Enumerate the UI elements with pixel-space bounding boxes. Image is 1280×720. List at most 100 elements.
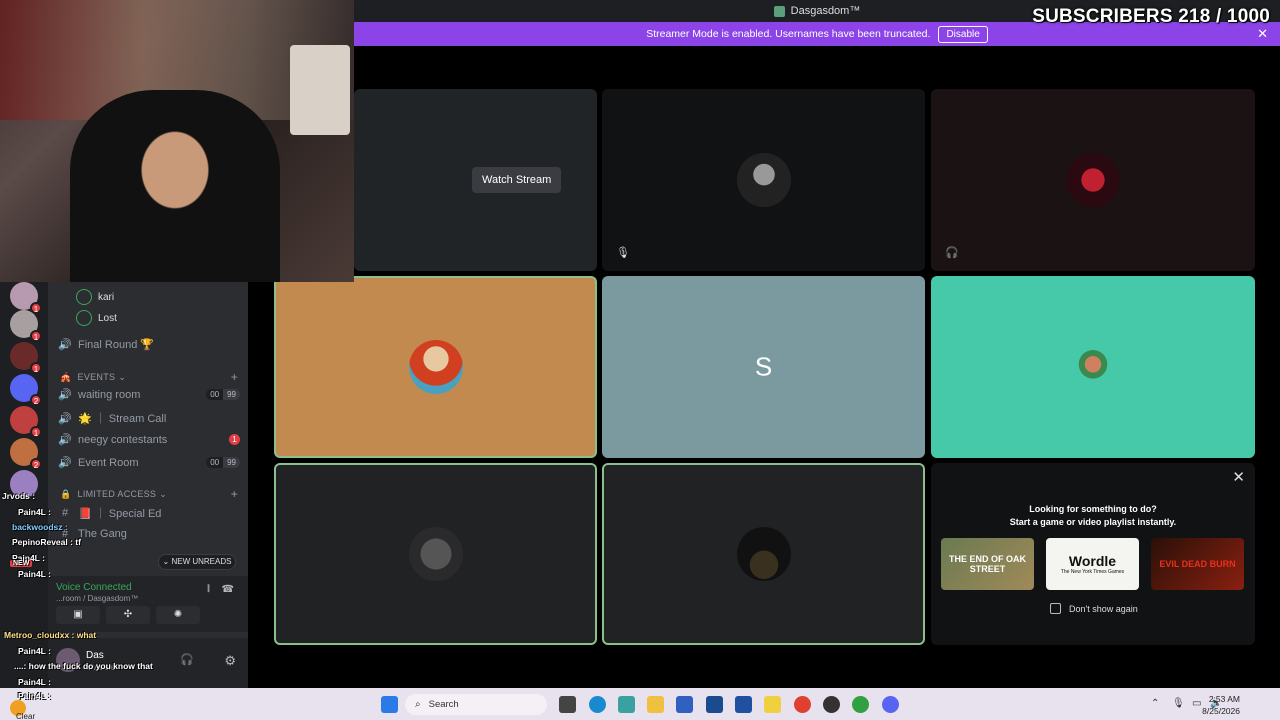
- game-title: THE END OF OAK STREET: [948, 554, 1026, 574]
- avatar-letter: S: [754, 351, 773, 382]
- add-channel-icon[interactable]: +: [231, 370, 238, 384]
- obs-icon[interactable]: [823, 696, 840, 713]
- screen: Dasgasdom™ SUBSCRIBERS 218 / 1000 Stream…: [0, 0, 1280, 720]
- server-icon[interactable]: 2: [10, 438, 42, 470]
- game-card-evil-dead[interactable]: EVIL DEAD BURN: [1151, 538, 1244, 590]
- participant-tile[interactable]: 🎙: [602, 89, 925, 271]
- channel-label: waiting room: [78, 388, 141, 401]
- chevron-up-icon[interactable]: ⌃: [1151, 698, 1159, 709]
- channel-stream-call[interactable]: 🔊 🌟 ｜ Stream Call: [58, 410, 240, 426]
- channel-label: 📕 ｜ Special Ed: [78, 508, 162, 520]
- chrome-icon[interactable]: [852, 696, 869, 713]
- dont-show-again[interactable]: Don't show again: [1050, 603, 1138, 614]
- server-icon[interactable]: 1: [10, 282, 42, 314]
- search-box[interactable]: ⌕ Search: [405, 694, 547, 715]
- chrome-icon[interactable]: [794, 696, 811, 713]
- window-title: Dasgasdom™: [790, 5, 861, 17]
- stream-tile[interactable]: Watch Stream: [354, 89, 597, 271]
- folder-icon[interactable]: [647, 696, 664, 713]
- discord-dm-icon[interactable]: 2: [10, 374, 42, 406]
- user-count: 00 99: [206, 457, 240, 468]
- category-label: EVENTS: [77, 372, 116, 382]
- activity-button[interactable]: ✣: [106, 606, 150, 624]
- disconnect-icon[interactable]: ☎: [222, 584, 234, 595]
- channel-label: The Gang: [78, 528, 127, 540]
- store-icon[interactable]: [618, 696, 635, 713]
- app-icon[interactable]: [676, 696, 693, 713]
- watch-stream-button[interactable]: Watch Stream: [472, 167, 562, 193]
- clock-time: 2:53 AM: [1208, 694, 1240, 704]
- start-icon[interactable]: [381, 696, 398, 713]
- channel-the-gang[interactable]: # The Gang: [58, 528, 240, 540]
- channel-special-ed[interactable]: # 📕 ｜ Special Ed: [58, 505, 240, 521]
- app-icon[interactable]: [735, 696, 752, 713]
- avatar: [1066, 153, 1120, 207]
- category-limited-access[interactable]: 🔒 LIMITED ACCESS ⌄ +: [60, 487, 238, 501]
- checkbox[interactable]: [1050, 603, 1061, 614]
- search-placeholder: Search: [428, 699, 459, 710]
- voice-status-panel: Voice Connected ...room / Dasgasdom™ 𝄃 ☎…: [48, 576, 248, 632]
- app-icon[interactable]: [764, 696, 781, 713]
- discord-icon[interactable]: [882, 696, 899, 713]
- participant-tile[interactable]: S: [602, 276, 925, 458]
- webcam-overlay: [0, 0, 354, 282]
- gear-icon[interactable]: ⚙: [224, 653, 236, 669]
- network-icon[interactable]: ▭: [1192, 698, 1201, 709]
- participant-tile-speaking[interactable]: [274, 276, 597, 458]
- app-icon[interactable]: [706, 696, 723, 713]
- unread-badge: 2: [30, 458, 42, 470]
- channel-event-room[interactable]: 🔊 Event Room 00 99: [58, 456, 240, 469]
- voice-connected-label: Voice Connected: [56, 582, 132, 593]
- close-icon[interactable]: ✕: [1232, 468, 1245, 486]
- category-events[interactable]: 🎪 EVENTS ⌄ +: [60, 370, 238, 384]
- soundboard-button[interactable]: ✺: [156, 606, 200, 624]
- channel-waiting-room[interactable]: 🔊 waiting room 00 99: [58, 388, 240, 401]
- new-unreads-button[interactable]: ⌄ NEW UNREADS: [158, 554, 236, 570]
- channel-neegy-contestants[interactable]: 🔊 neegy contestants 1: [58, 433, 240, 446]
- chat-line: Pain4L :: [18, 691, 51, 701]
- dont-show-label: Don't show again: [1069, 603, 1138, 614]
- camera-button[interactable]: ▣: [56, 606, 100, 624]
- game-title: EVIL DEAD BURN: [1159, 559, 1236, 569]
- speaker-icon: 🔊: [58, 457, 72, 469]
- avatar: [76, 289, 92, 305]
- participant-tile-speaking[interactable]: [274, 463, 597, 645]
- unread-badge: 1: [30, 426, 42, 438]
- headset-icon[interactable]: 🎧: [180, 653, 194, 666]
- game-card-wordle[interactable]: Wordle The New York Times Games: [1046, 538, 1139, 590]
- participant-tile-speaking[interactable]: [602, 463, 925, 645]
- game-card-end-of-oak-street[interactable]: THE END OF OAK STREET: [941, 538, 1034, 590]
- game-publisher: The New York Times Games: [1060, 569, 1125, 575]
- clock-date: 8/25/2026: [1202, 706, 1240, 716]
- channel-label: 🌟 ｜ Stream Call: [78, 413, 167, 425]
- channel-label: neegy contestants: [78, 433, 168, 446]
- chat-line: Metroo_cloudxx : what: [4, 630, 97, 640]
- participant-tile[interactable]: 🎧: [931, 89, 1255, 271]
- chevron-down-icon: ⌄: [159, 488, 168, 499]
- disable-button[interactable]: Disable: [938, 25, 988, 43]
- voice-channel-path[interactable]: ...room / Dasgasdom™: [56, 594, 138, 603]
- noise-suppression-icon[interactable]: 𝄃: [208, 584, 210, 595]
- task-view-icon[interactable]: [559, 696, 576, 713]
- avatar: [408, 527, 463, 581]
- server-icon[interactable]: 1: [10, 342, 42, 374]
- chat-line: Pain4L :: [18, 569, 51, 579]
- speaker-icon: 🔊: [58, 339, 72, 351]
- new-unreads-label: NEW UNREADS: [171, 557, 232, 566]
- voice-user[interactable]: Lost: [76, 310, 117, 326]
- voice-user[interactable]: kari: [76, 289, 114, 305]
- server-icon[interactable]: 1: [10, 310, 42, 342]
- microphone-icon[interactable]: 🎙: [1172, 698, 1185, 709]
- server-icon[interactable]: 1: [10, 406, 42, 438]
- activity-suggestion-panel: ✕ Looking for something to do? Start a g…: [931, 463, 1255, 645]
- edge-icon[interactable]: [589, 696, 606, 713]
- close-icon[interactable]: ✕: [1257, 26, 1268, 42]
- channel-final-round[interactable]: 🔊 Final Round 🏆: [58, 338, 240, 351]
- text-channel-icon: #: [61, 507, 69, 519]
- webcam-streamer: [70, 90, 280, 282]
- participant-tile[interactable]: [931, 276, 1255, 458]
- avatar: [76, 310, 92, 326]
- clock[interactable]: 2:53 AM 8/25/2026: [1202, 693, 1240, 717]
- unread-badge: 1: [30, 330, 42, 342]
- add-channel-icon[interactable]: +: [231, 487, 238, 501]
